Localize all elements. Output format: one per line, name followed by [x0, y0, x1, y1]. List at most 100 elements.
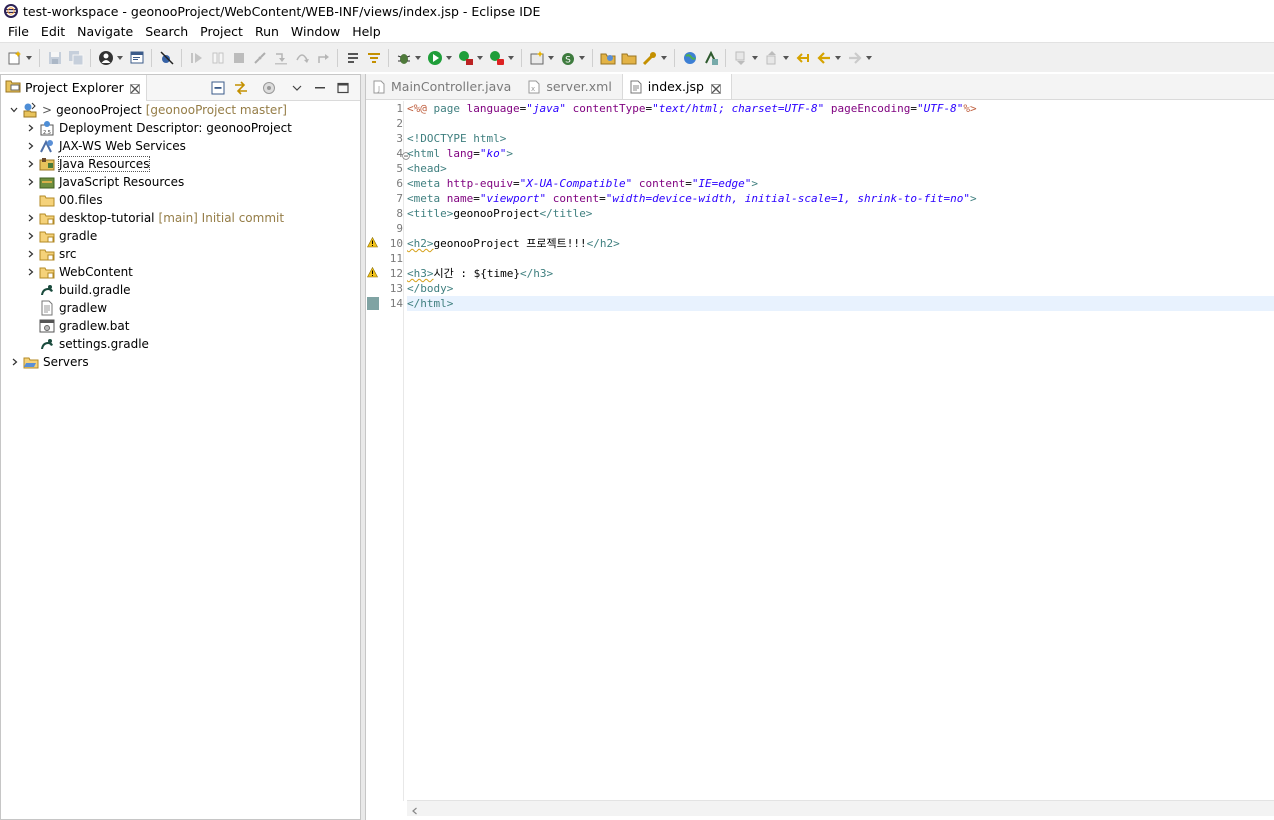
code-line[interactable]: <%@ page language="java" contentType="te… [407, 101, 1274, 116]
chevron-right-icon[interactable] [25, 209, 37, 227]
previous-annotation-icon[interactable] [763, 49, 781, 67]
close-icon[interactable] [129, 83, 140, 94]
view-menu-icon[interactable] [288, 79, 306, 97]
code-line[interactable]: </html> [407, 296, 1274, 311]
open-console-icon[interactable] [128, 49, 146, 67]
code-line[interactable]: <!DOCTYPE html> [407, 131, 1274, 146]
menu-file[interactable]: File [2, 22, 35, 42]
tab-project-explorer[interactable]: Project Explorer [1, 74, 147, 101]
save-icon[interactable] [46, 49, 64, 67]
tree-item-webcontent[interactable]: WebContent [1, 263, 360, 281]
menu-search[interactable]: Search [139, 22, 194, 42]
tree-item-gradlew[interactable]: gradlew [1, 299, 360, 317]
menu-edit[interactable]: Edit [35, 22, 71, 42]
toggle-mark-occurrences-icon[interactable] [702, 49, 720, 67]
warning-icon[interactable] [367, 266, 378, 278]
new-wizard-dropdown[interactable] [25, 49, 33, 67]
close-icon[interactable] [711, 82, 721, 94]
tree-item-gradle-folder[interactable]: gradle [1, 227, 360, 245]
terminate-icon[interactable] [230, 49, 248, 67]
web-browser-icon[interactable] [681, 49, 699, 67]
code-line[interactable]: <h3>시간 : ${time}</h3> [407, 266, 1274, 281]
new-java-class-icon[interactable]: S [559, 49, 577, 67]
tree-item-desktop-tutorial[interactable]: desktop-tutorial [main] Initial commit [1, 209, 360, 227]
back-dropdown[interactable] [834, 49, 842, 67]
tree-item-geonooproject[interactable]: > geonooProject [geonooProject master] [1, 101, 360, 119]
external-tools-dropdown[interactable] [507, 49, 515, 67]
chevron-right-icon[interactable] [25, 137, 37, 155]
tree-item-settings-gradle[interactable]: settings.gradle [1, 335, 360, 353]
back-icon[interactable] [815, 49, 833, 67]
maximize-icon[interactable] [334, 79, 352, 97]
tree-item-build-gradle[interactable]: build.gradle [1, 281, 360, 299]
new-java-class-dropdown[interactable] [578, 49, 586, 67]
menu-window[interactable]: Window [285, 22, 346, 42]
chevron-down-icon[interactable] [8, 101, 20, 119]
code-line[interactable]: </body> [407, 281, 1274, 296]
search-icon[interactable] [641, 49, 659, 67]
step-into-icon[interactable] [272, 49, 290, 67]
profile-icon[interactable] [97, 49, 115, 67]
tree-item-gradlew-bat[interactable]: gradlew.bat [1, 317, 360, 335]
use-step-filters-icon[interactable] [365, 49, 383, 67]
code-line[interactable] [407, 251, 1274, 266]
debug-dropdown[interactable] [414, 49, 422, 67]
new-wizard-icon[interactable] [6, 49, 24, 67]
step-return-icon[interactable] [314, 49, 332, 67]
disconnect-icon[interactable] [251, 49, 269, 67]
drop-to-frame-icon[interactable] [344, 49, 362, 67]
tree-item-jax-ws[interactable]: JAX-WS Web Services [1, 137, 360, 155]
coverage-icon[interactable] [457, 49, 475, 67]
new-server-dropdown[interactable] [547, 49, 555, 67]
chevron-right-icon[interactable] [25, 155, 37, 173]
last-edit-location-icon[interactable] [794, 49, 812, 67]
tree-item-java-resources[interactable]: Java Resources [1, 155, 360, 173]
coverage-dropdown[interactable] [476, 49, 484, 67]
chevron-right-icon[interactable] [25, 245, 37, 263]
horizontal-scrollbar[interactable] [407, 800, 1274, 816]
code-line[interactable]: <h2>geonooProject 프로젝트!!!</h2> [407, 236, 1274, 251]
chevron-right-icon[interactable] [9, 353, 21, 371]
next-annotation-icon[interactable] [732, 49, 750, 67]
forward-icon[interactable] [846, 49, 864, 67]
code-line[interactable]: <title>geonooProject</title> [407, 206, 1274, 221]
code-line[interactable]: <meta http-equiv="X-UA-Compatible" conte… [407, 176, 1274, 191]
tab-index-jsp[interactable]: index.jsp [621, 74, 732, 99]
menu-help[interactable]: Help [346, 22, 387, 42]
tree-item-00-files[interactable]: 00.files [1, 191, 360, 209]
next-annotation-dropdown[interactable] [751, 49, 759, 67]
code-line[interactable]: <html lang="ko"> [407, 146, 1274, 161]
skip-breakpoints-icon[interactable] [158, 49, 176, 67]
collapse-all-icon[interactable] [209, 79, 227, 97]
chevron-right-icon[interactable] [25, 173, 37, 191]
menu-project[interactable]: Project [194, 22, 249, 42]
step-over-icon[interactable] [293, 49, 311, 67]
menu-navigate[interactable]: Navigate [71, 22, 139, 42]
tab-maincontroller-java[interactable]: J MainController.java [366, 74, 521, 99]
open-type-icon[interactable] [599, 49, 617, 67]
forward-dropdown[interactable] [865, 49, 873, 67]
scroll-left-icon[interactable] [411, 804, 419, 815]
previous-annotation-dropdown[interactable] [782, 49, 790, 67]
minimize-icon[interactable] [311, 79, 329, 97]
code-editor[interactable]: 1 2 3 4 5 6 7 8 9 10 11 12 13 14 <%@ page language="j… [366, 101, 1274, 801]
run-icon[interactable] [426, 49, 444, 67]
tree-item-deployment-descriptor[interactable]: 2.5 Deployment Descriptor: geonooProject [1, 119, 360, 137]
open-task-icon[interactable] [620, 49, 638, 67]
chevron-right-icon[interactable] [25, 119, 37, 137]
tab-server-xml[interactable]: x server.xml [521, 74, 621, 99]
focus-on-workset-icon[interactable] [260, 79, 278, 97]
suspend-icon[interactable] [209, 49, 227, 67]
tree-item-javascript-resources[interactable]: JavaScript Resources [1, 173, 360, 191]
warning-icon[interactable] [367, 236, 378, 248]
code-line[interactable] [407, 221, 1274, 236]
code-line[interactable] [407, 116, 1274, 131]
new-server-icon[interactable] [528, 49, 546, 67]
menu-run[interactable]: Run [249, 22, 285, 42]
code-line[interactable]: <meta name="viewport" content="width=dev… [407, 191, 1274, 206]
resume-icon[interactable] [188, 49, 206, 67]
link-with-editor-icon[interactable] [232, 79, 250, 97]
external-tools-icon[interactable] [488, 49, 506, 67]
code-text-area[interactable]: <%@ page language = "java" contentType = "te… [407, 101, 1274, 801]
code-line[interactable]: <head> [407, 161, 1274, 176]
